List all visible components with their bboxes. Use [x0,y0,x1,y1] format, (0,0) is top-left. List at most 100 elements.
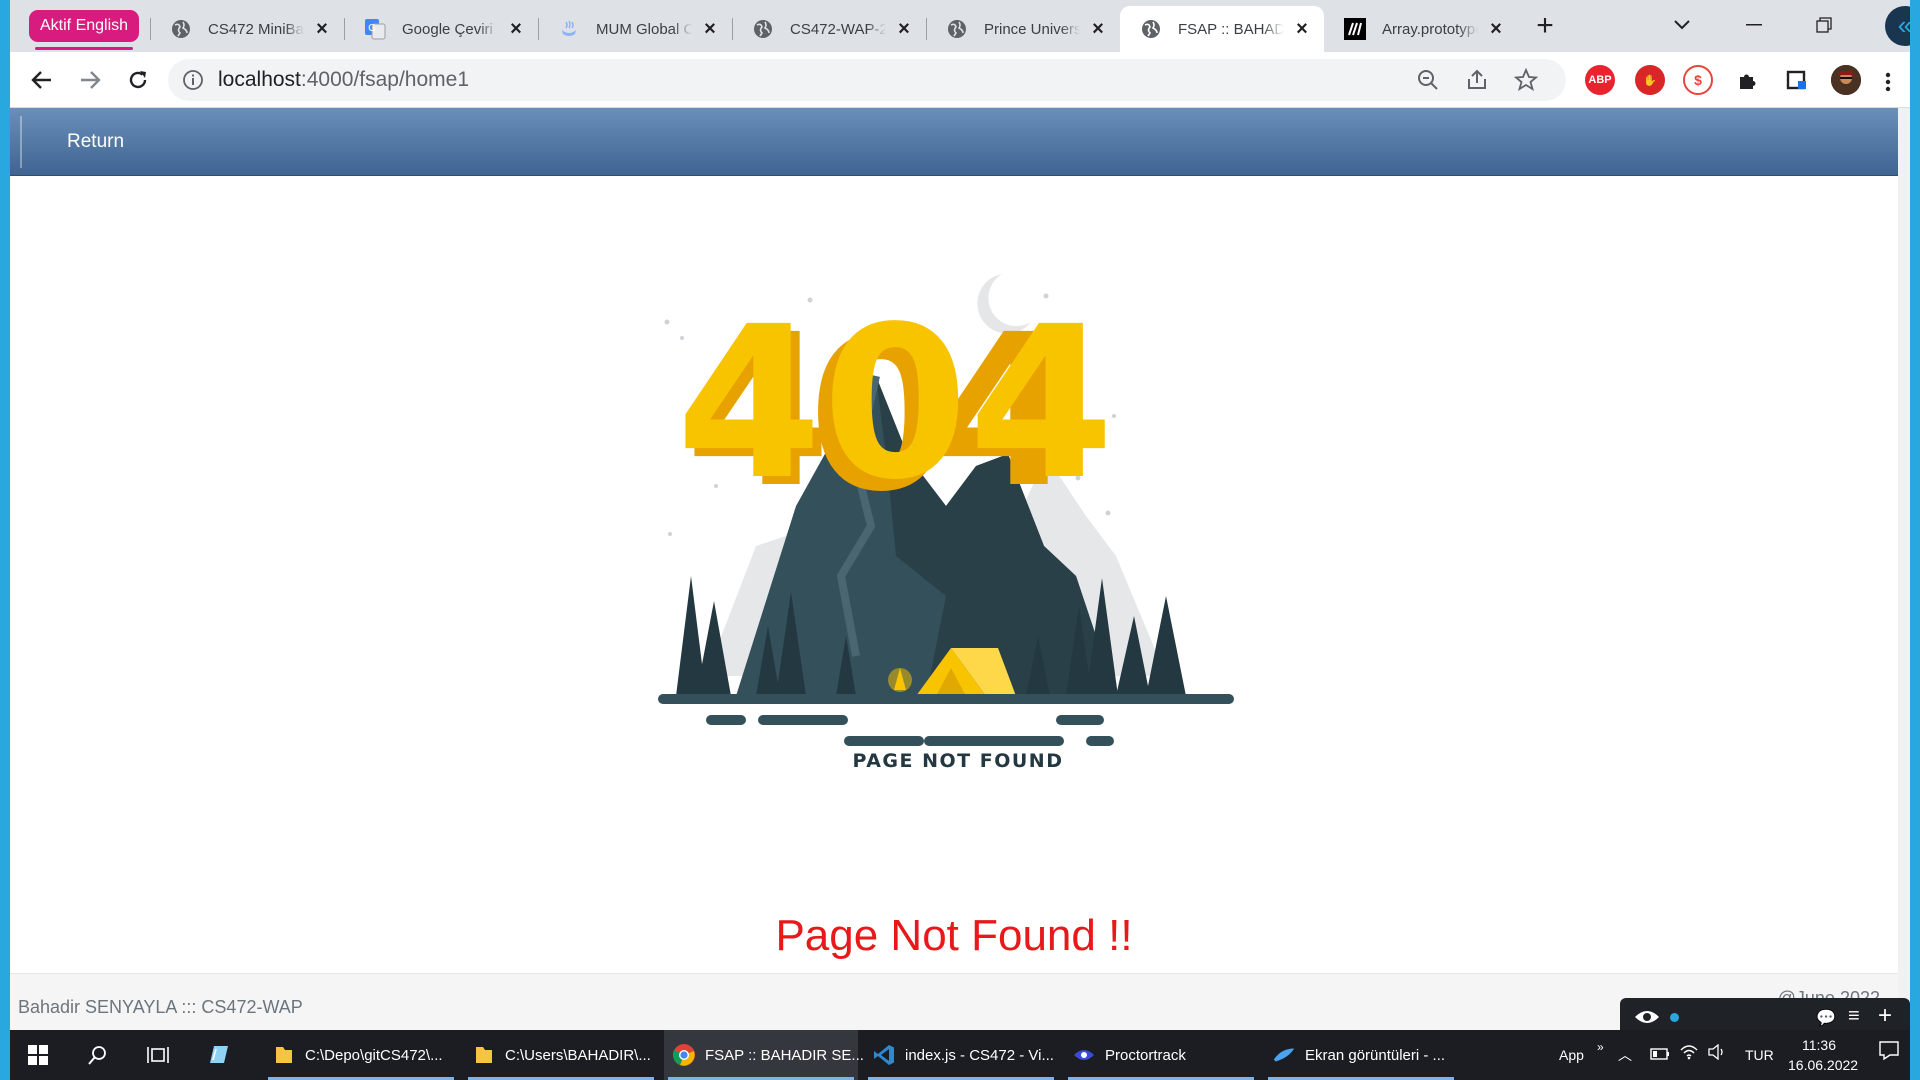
plus-icon[interactable]: + [1878,1002,1892,1030]
notepad-icon[interactable] [198,1030,238,1080]
tab-google-translate[interactable]: G Google Çeviri × [344,6,538,52]
proctortrack-icon [1072,1043,1096,1067]
tab-title: Array.prototype [1382,20,1478,38]
ground [658,694,1234,704]
task-view-icon[interactable] [138,1030,178,1080]
taskbar-app-proctortrack[interactable]: Proctortrack [1064,1030,1258,1080]
kebab-menu-icon[interactable] [1876,64,1900,100]
globe-icon [1140,18,1162,40]
double-chevron-left-icon[interactable]: « [1885,6,1910,46]
wifi-icon[interactable] [1680,1030,1698,1080]
close-icon[interactable]: × [312,18,332,40]
reading-list-icon[interactable] [1782,65,1812,95]
recording-dot-icon [1670,1013,1679,1022]
star-icon[interactable] [1514,68,1538,92]
info-icon[interactable] [181,68,205,92]
tab-title: CS472 MiniBank [208,20,304,38]
taskbar-app-screenshots[interactable]: Ekran görüntüleri - ... [1264,1030,1458,1080]
tab-cs472-minibank[interactable]: CS472 MiniBank × [150,6,344,52]
url-path: :4000/fsap/home1 [300,68,470,91]
close-icon[interactable]: × [506,18,526,40]
reload-icon[interactable] [120,62,156,98]
close-icon[interactable]: × [1292,18,1312,40]
menu-icon[interactable]: ≡ [1848,1005,1860,1028]
windows-start-icon[interactable] [18,1030,58,1080]
url-text[interactable]: localhost:4000/fsap/home1 [218,59,469,101]
eye-icon[interactable] [1634,1007,1660,1032]
tab-array-prototype[interactable]: Array.prototype × [1324,6,1518,52]
google-translate-icon: G [364,18,386,40]
minimize-icon[interactable] [1737,8,1771,42]
share-icon[interactable] [1465,68,1489,92]
return-link[interactable]: Return [67,108,124,176]
dollar-block-icon[interactable]: $ [1683,65,1713,95]
zoom-icon[interactable] [1416,68,1440,92]
tab-prince-university[interactable]: Prince University × [926,6,1120,52]
digits-404: 4 0 4 404 [676,281,1114,538]
input-language[interactable]: TUR [1745,1030,1774,1080]
taskbar-app-label: FSAP :: BAHADIR SE... [705,1046,864,1064]
tab-cs472-wap[interactable]: CS472-WAP-2 × [732,6,926,52]
address-bar[interactable]: localhost:4000/fsap/home1 [168,59,1566,101]
404-illustration: 4 0 4 404 PAGE NOT FOUND [658,274,1234,772]
back-arrow-icon[interactable] [24,62,60,98]
taskbar-app-explorer-1[interactable]: C:\Depo\gitCS472\... [264,1030,458,1080]
snip-icon [1272,1043,1296,1067]
tab-separator [732,18,733,40]
close-icon[interactable]: × [700,18,720,40]
clock-date[interactable]: 16.06.2022 [1788,1040,1858,1080]
restore-icon[interactable] [1807,8,1841,42]
footer-credit: Bahadir SENYAYLA ::: CS472-WAP [18,997,303,1017]
browser-window: Aktif English CS472 MiniBank × G Google … [10,0,1910,1080]
speaker-icon[interactable] [1708,1030,1728,1080]
avatar[interactable] [1831,65,1861,95]
adblock-plus-icon[interactable]: ABP [1585,65,1615,95]
forward-arrow-icon[interactable] [72,62,108,98]
show-hidden-icons-chevron-icon[interactable]: ︿ [1618,1030,1632,1080]
taskbar-app-label: C:\Users\BAHADIR\... [505,1046,651,1064]
chrome-icon [672,1043,696,1067]
puzzle-extensions-icon[interactable] [1733,65,1763,95]
close-icon[interactable]: × [1486,18,1506,40]
taskbar-app-explorer-2[interactable]: C:\Users\BAHADIR\... [464,1030,658,1080]
tab-strip: Aktif English CS472 MiniBank × G Google … [10,0,1910,52]
tab-separator [150,18,151,40]
new-tab-button[interactable]: + [1528,10,1562,44]
tray-app-label[interactable]: App [1559,1030,1584,1080]
tab-search-chevron-icon[interactable] [1665,8,1699,42]
notification-center-icon[interactable] [1878,1030,1900,1080]
campfire [888,668,912,692]
svg-text:404: 404 [676,281,1114,526]
app-navbar: Return [10,108,1898,176]
folder-icon [472,1043,496,1067]
tab-title: Prince University [984,20,1080,38]
tab-separator [926,18,927,40]
close-icon[interactable]: × [894,18,914,40]
taskbar-app-label: Proctortrack [1105,1046,1186,1064]
taskbar-app-chrome[interactable]: FSAP :: BAHADIR SE... [664,1030,864,1080]
chevron-right-icon[interactable]: » [1597,1022,1604,1072]
page-scrollbar[interactable] [1898,108,1910,1030]
tab-mum-global[interactable]: MUM Global Campus × [538,6,732,52]
taskbar-app-label: C:\Depo\gitCS472\... [305,1046,443,1064]
tab-group-chip[interactable]: Aktif English [29,10,140,50]
taskbar-app-vscode[interactable]: index.js - CS472 - Vi... [864,1030,1058,1080]
close-icon[interactable]: × [1088,18,1108,40]
globe-icon [170,18,192,40]
error-message: Page Not Found !! [775,911,1133,960]
folder-icon [272,1043,296,1067]
browser-toolbar: localhost:4000/fsap/home1 ABP ✋ $ [10,52,1910,108]
page-not-found-caption: PAGE NOT FOUND [853,750,1064,772]
tab-separator [538,18,539,40]
search-icon[interactable] [78,1030,118,1080]
tab-title: CS472-WAP-2 [790,20,886,38]
tab-title: Google Çeviri [402,20,493,38]
tab-title: FSAP :: BAHADIR [1178,20,1284,38]
taskbar-app-label: index.js - CS472 - Vi... [905,1046,1054,1064]
battery-icon[interactable] [1650,1030,1670,1080]
tab-fsap-active[interactable]: FSAP :: BAHADIR × [1120,6,1324,52]
hand-stop-icon[interactable]: ✋ [1635,65,1665,95]
coffee-icon [558,18,580,40]
svg-text:G: G [368,23,376,34]
globe-icon [946,18,968,40]
